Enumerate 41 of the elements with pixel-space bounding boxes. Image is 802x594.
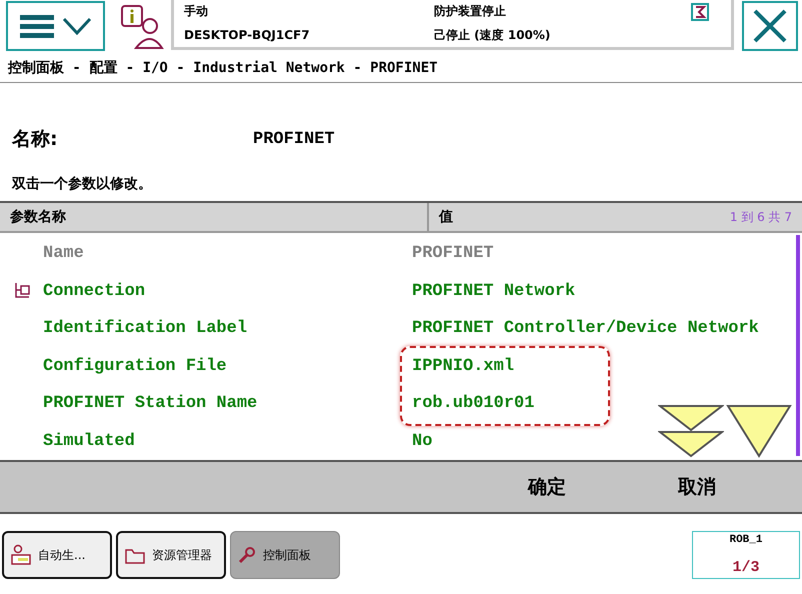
wrench-icon	[237, 545, 257, 565]
breadcrumb: 控制面板 - 配置 - I/O - Industrial Network - PROFINET	[0, 54, 802, 83]
name-value: PROFINET	[253, 130, 335, 148]
menu-icon	[20, 14, 54, 38]
info-user-icon[interactable]	[120, 4, 164, 50]
down-arrow-icon[interactable]	[726, 404, 792, 458]
scroll-bar[interactable]	[796, 235, 800, 456]
flag-icon[interactable]	[691, 2, 709, 21]
double-down-arrow-icon[interactable]	[658, 404, 724, 458]
hint-text: 双击一个参数以修改。	[10, 175, 153, 194]
parameter-value[interactable]: PROFINET Controller/Device Network	[412, 319, 759, 338]
action-button[interactable]: 取消	[622, 462, 772, 512]
parameter-name[interactable]: Connection	[43, 282, 412, 301]
parameter-name[interactable]: Identification Label	[43, 319, 412, 338]
state-text: 己停止 (速度 100%)	[434, 26, 552, 44]
name-label: 名称:	[12, 127, 59, 152]
parameter-name[interactable]: Simulated	[43, 432, 412, 451]
close-button[interactable]	[742, 1, 798, 51]
host-text: DESKTOP-BQJ1CF7	[184, 28, 311, 42]
parameter-value[interactable]: IPPNIO.xml	[412, 356, 514, 376]
taskbar-button[interactable]: 控制面板	[230, 531, 340, 579]
column-header: 参数名称	[0, 203, 429, 233]
taskbar-button[interactable]: 资源管理器	[116, 531, 226, 579]
parameter-value[interactable]: PROFINET Network	[412, 282, 576, 301]
user-icon	[10, 544, 32, 566]
parameter-value[interactable]: No	[412, 432, 432, 451]
chevron-down-icon	[62, 17, 92, 35]
column-header: 值 1 到 6 共 7	[429, 203, 802, 233]
robot-fraction: 1/3	[732, 559, 760, 576]
taskbar-button[interactable]: 自动生...	[2, 531, 112, 579]
parameter-value[interactable]: rob.ub010r01	[412, 394, 534, 414]
safety-text: 防护装置停止	[434, 3, 507, 20]
robot-label: ROB_1	[729, 534, 762, 546]
parameter-name[interactable]: Configuration File	[43, 356, 412, 376]
menu-button[interactable]	[6, 1, 105, 51]
mode-text: 手动	[184, 3, 209, 20]
range-text: 1 到 6 共 7	[730, 208, 792, 226]
close-icon	[752, 8, 788, 44]
robot-status-panel[interactable]: ROB_1 1/3	[692, 531, 800, 579]
parameter-name[interactable]: PROFINET Station Name	[43, 394, 412, 414]
action-button[interactable]: 确定	[472, 462, 622, 512]
